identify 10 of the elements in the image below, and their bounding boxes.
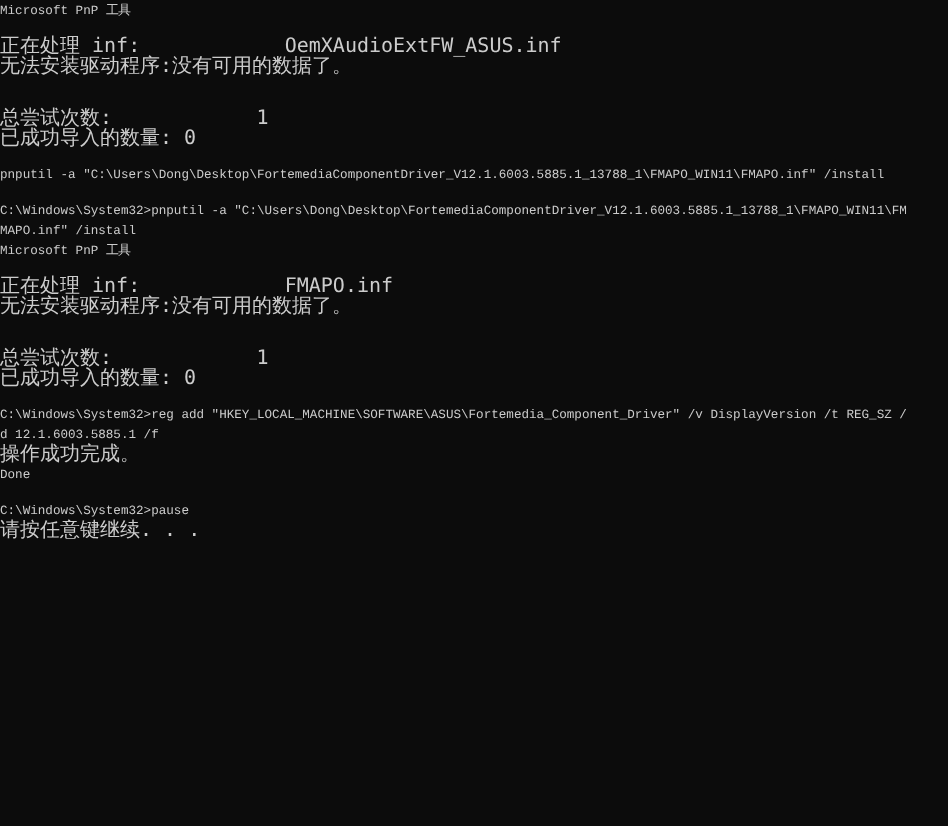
console-line: 请按任意键继续. . .	[0, 522, 201, 542]
console-line: 正在处理 inf: OemXAudioExtFW_ASUS.inf	[0, 38, 562, 58]
console-line: 无法安装驱动程序:没有可用的数据了。	[0, 58, 353, 78]
console-line: 已成功导入的数量: 0	[0, 370, 197, 390]
console-line: 总尝试次数: 1	[0, 350, 269, 370]
console-line: 操作成功完成。	[0, 446, 140, 466]
console-line: 无法安装驱动程序:没有可用的数据了。	[0, 298, 353, 318]
console-line: 总尝试次数: 1	[0, 110, 269, 130]
console-line: 已成功导入的数量: 0	[0, 130, 197, 150]
console-line: 正在处理 inf: FMAPO.inf	[0, 278, 394, 298]
